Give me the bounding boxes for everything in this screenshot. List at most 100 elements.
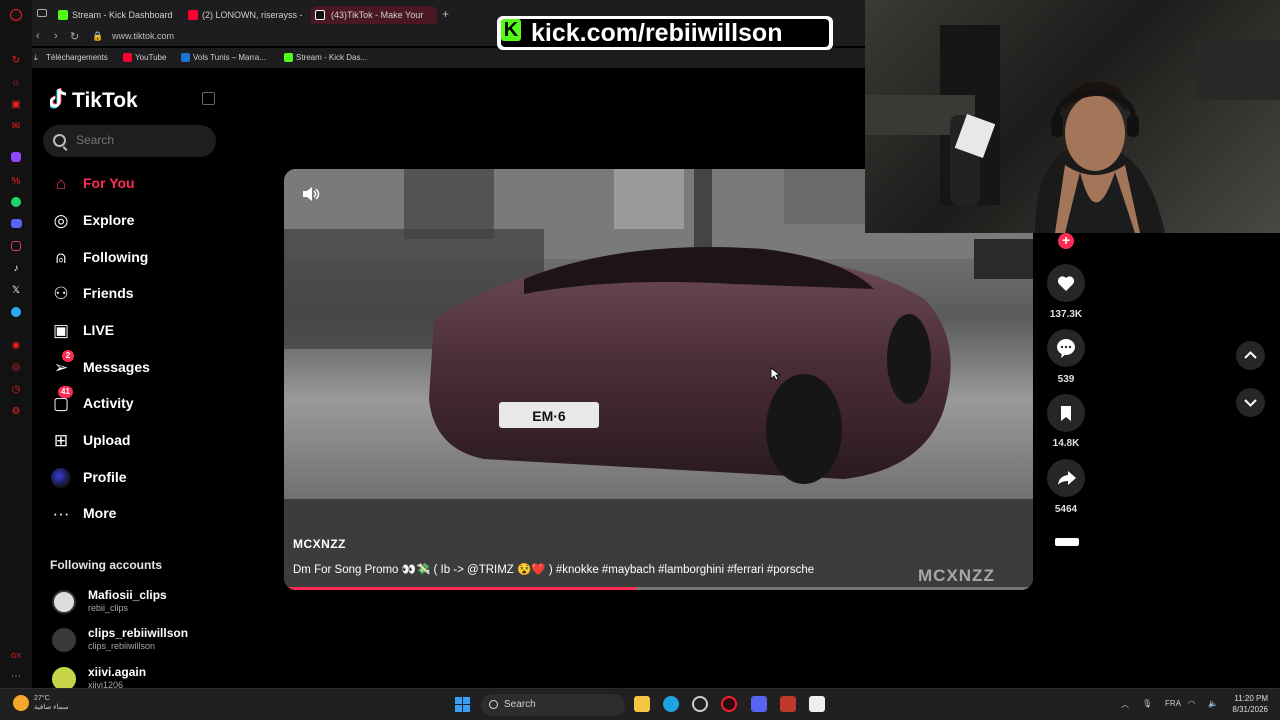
- microphone-icon[interactable]: 🎙: [1142, 699, 1152, 708]
- home-icon: ⌂: [55, 174, 67, 193]
- obs-icon[interactable]: [809, 696, 825, 712]
- weather-widget[interactable]: 27°C سماء صافية: [34, 694, 69, 712]
- tab-tiktok[interactable]: (43)TikTok - Make Your: [311, 6, 437, 24]
- search-input[interactable]: [76, 133, 206, 147]
- voicemod-icon[interactable]: [780, 696, 796, 712]
- volume-tray-icon[interactable]: 🔈: [1208, 699, 1218, 708]
- cart-icon[interactable]: ⌂: [9, 76, 23, 90]
- bookmark-flights[interactable]: Vols Tunis – Marra...: [181, 53, 266, 62]
- percent-icon[interactable]: %: [9, 175, 23, 189]
- aria-icon[interactable]: ◎: [9, 361, 23, 375]
- comment-button[interactable]: [1047, 329, 1085, 367]
- url-field[interactable]: www.tiktok.com: [112, 31, 174, 41]
- nav-upload[interactable]: ⊞ Upload: [50, 427, 230, 455]
- file-explorer-icon[interactable]: [634, 696, 650, 712]
- comment-count: 539: [1057, 374, 1075, 385]
- search-box[interactable]: [43, 125, 216, 157]
- activity-badge: 41: [58, 386, 73, 398]
- opera-sidebar: ↻ ⌂ ▣ ✉ % ♪ 𝕏 ◉ ◎ ◷ ⚙ GX ⋯: [0, 0, 32, 688]
- tiktok-icon[interactable]: ♪: [9, 262, 23, 276]
- bookmark-kick[interactable]: Stream - Kick Das...: [284, 53, 367, 62]
- video-watermark: MCXNZZ: [918, 566, 995, 585]
- back-button[interactable]: ‹: [36, 30, 40, 42]
- new-tab-button[interactable]: +: [442, 7, 449, 21]
- video-caption: Dm For Song Promo 👀💸 ( Ib -> @TRIMZ 😵❤️ …: [293, 564, 815, 576]
- more-rail-icon[interactable]: ⋯: [9, 670, 23, 684]
- taskbar-search[interactable]: Search: [481, 694, 625, 716]
- tiktok-logo[interactable]: TikTok: [50, 88, 138, 113]
- follow-button[interactable]: +: [1058, 233, 1074, 249]
- sound-disc-icon[interactable]: [1055, 538, 1079, 546]
- collapse-sidebar-button[interactable]: [202, 92, 215, 105]
- nav-friends[interactable]: ⚇ Friends: [50, 280, 230, 308]
- avatar: [52, 590, 76, 614]
- chevron-down-icon: [1244, 399, 1257, 407]
- tray-chevron-icon[interactable]: ︿: [1121, 699, 1129, 710]
- messages-badge: 2: [62, 350, 74, 362]
- bookmark-downloads[interactable]: ⤓ Téléchargements: [34, 53, 108, 62]
- gx-icon[interactable]: GX: [9, 650, 23, 664]
- previous-video-button[interactable]: [1236, 341, 1265, 370]
- profile-icon: [51, 468, 71, 488]
- weather-icon[interactable]: [13, 695, 29, 711]
- tab-kick[interactable]: Stream - Kick Dashboard: [58, 6, 182, 24]
- save-count: 14.8K: [1052, 438, 1080, 449]
- wifi-icon[interactable]: ◠: [1188, 699, 1195, 708]
- bookmark-youtube[interactable]: YouTube: [123, 53, 166, 62]
- clock-icon[interactable]: ◷: [9, 383, 23, 397]
- video-progress-bar[interactable]: [284, 587, 1033, 590]
- instagram-icon[interactable]: [11, 241, 21, 251]
- download-icon: ⤓: [34, 53, 38, 62]
- forward-button[interactable]: ›: [54, 30, 58, 42]
- reload-button[interactable]: ↻: [70, 30, 79, 43]
- like-button[interactable]: [1047, 264, 1085, 302]
- save-button[interactable]: [1047, 394, 1085, 432]
- discord-icon[interactable]: [751, 696, 767, 712]
- workspaces-icon[interactable]: [37, 9, 47, 17]
- nav-activity[interactable]: ▢ 41 Activity: [50, 386, 230, 418]
- settings-icon[interactable]: ⚙: [9, 405, 23, 419]
- following-account[interactable]: clips_rebiiwillson clips_rebiiwillson: [52, 626, 252, 660]
- following-account[interactable]: Mafiosii_clips rebii_clips: [52, 588, 252, 622]
- tab-youtube[interactable]: (2) LONOWN, riserayss - v: [188, 6, 304, 24]
- opera-gx-icon[interactable]: [721, 696, 737, 712]
- next-video-button[interactable]: [1236, 388, 1265, 417]
- like-count: 137.3K: [1049, 309, 1083, 320]
- clock-time[interactable]: 11:20 PM: [1228, 694, 1268, 703]
- steam-icon[interactable]: [692, 696, 708, 712]
- nav-following[interactable]: ⍝ Following: [50, 244, 230, 272]
- nav-messages[interactable]: ➢ 2 Messages: [50, 350, 230, 382]
- following-icon: ⍝: [55, 248, 67, 267]
- volume-icon[interactable]: [302, 187, 320, 201]
- nav-explore[interactable]: ◎ Explore: [50, 207, 230, 235]
- history-icon[interactable]: ↻: [9, 54, 23, 68]
- nav-live[interactable]: ▣ LIVE: [50, 317, 230, 345]
- nav-more[interactable]: ··· More: [50, 500, 230, 528]
- tiktok-icon: [315, 10, 325, 20]
- bookmarks-bar: ⤓ Téléchargements YouTube Vols Tunis – M…: [32, 48, 865, 68]
- x-icon[interactable]: 𝕏: [9, 284, 23, 298]
- windows-taskbar: 27°C سماء صافية Search ︿ 🎙 FRA ◠ 🔈 11:20…: [0, 688, 1280, 720]
- opera-logo-icon[interactable]: [10, 9, 22, 21]
- windows-start-icon[interactable]: [455, 697, 470, 712]
- news-icon[interactable]: ▣: [9, 98, 23, 112]
- nav-for-you[interactable]: ⌂ For You: [50, 170, 230, 198]
- whatsapp-icon[interactable]: [11, 197, 21, 207]
- twitch-icon[interactable]: [11, 152, 21, 162]
- kick-url-banner: kick.com/rebiiwillson K: [497, 16, 833, 50]
- telegram-icon[interactable]: [11, 307, 21, 317]
- language-indicator[interactable]: FRA: [1165, 699, 1181, 708]
- compass-icon: ◎: [53, 211, 69, 230]
- share-button[interactable]: [1047, 459, 1085, 497]
- kick-url-text: kick.com/rebiiwillson: [501, 19, 829, 47]
- mail-icon[interactable]: ✉: [9, 120, 23, 134]
- search-icon: [489, 700, 498, 709]
- comment-icon: [1057, 339, 1075, 358]
- discord-icon[interactable]: [11, 219, 22, 228]
- nav-profile[interactable]: Profile: [50, 464, 230, 492]
- search-icon: [53, 134, 66, 147]
- clock-date[interactable]: 8/31/2026: [1228, 705, 1268, 714]
- player-icon[interactable]: ◉: [9, 339, 23, 353]
- video-creator[interactable]: MCXNZZ: [293, 537, 346, 551]
- edge-icon[interactable]: [663, 696, 679, 712]
